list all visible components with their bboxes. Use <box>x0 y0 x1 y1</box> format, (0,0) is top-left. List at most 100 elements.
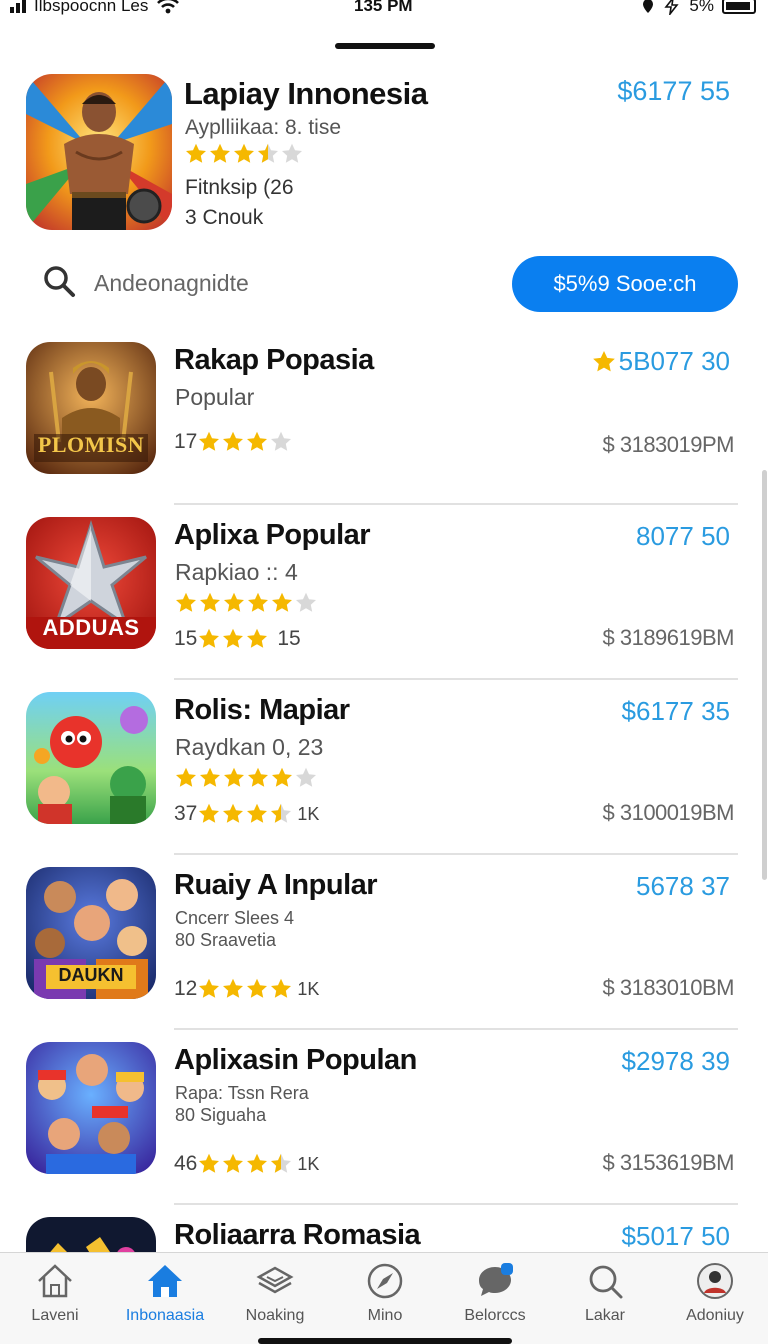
app-rating: 46 1K <box>174 1152 319 1176</box>
app-icon: ADDUAS <box>26 517 156 649</box>
app-price-value: 5B077 30 <box>618 346 730 376</box>
star-icon <box>269 977 293 1001</box>
app-rating: 17 <box>174 430 293 454</box>
carrier-label: Ilbspoocnn Les <box>34 0 149 15</box>
featured-app-price[interactable]: $6177 55 <box>617 76 730 107</box>
app-subtitle-line1: Rapa: Tssn Rera <box>175 1083 309 1103</box>
app-date: $ 3153619BM <box>602 1150 735 1175</box>
app-date: $ 3183019PM <box>602 432 735 457</box>
tab-label: Mino <box>367 1307 403 1324</box>
star-icon <box>221 977 245 1001</box>
star-icon <box>246 591 270 615</box>
app-price-value: 5678 37 <box>636 871 730 901</box>
search-icon <box>589 1265 623 1299</box>
star-icon <box>245 627 269 651</box>
star-icon <box>270 766 294 790</box>
tab-label: Lakar <box>584 1307 626 1324</box>
tab-adoniuy[interactable]: Adoniuy <box>660 1253 768 1344</box>
tab-noaking[interactable]: Noaking <box>220 1253 330 1344</box>
star-icon <box>221 430 245 454</box>
app-price[interactable]: 5B077 30 <box>591 346 730 377</box>
rating-count-prefix: 46 <box>174 1152 198 1175</box>
tab-belorccs[interactable]: Belorccs <box>440 1253 550 1344</box>
app-title: Roliaarra Romasia <box>174 1219 421 1251</box>
star-icon <box>269 430 293 454</box>
app-price-value: $2978 39 <box>621 1046 730 1076</box>
featured-app-category: Fitnksip (26 <box>185 176 294 199</box>
star-icon <box>294 591 318 615</box>
featured-app[interactable]: Lapiay Innonesia Ayplliikaa: 8. tise Fit… <box>0 70 768 240</box>
rating-count-suffix: 15 <box>277 627 301 650</box>
list-item[interactable]: Aplixasin Populan Rapa: Tssn Rera 80 Sig… <box>0 1030 768 1205</box>
tab-label: Laveni <box>31 1307 79 1324</box>
tab-bar: Laveni Inbonaasia Noaking Mino Belorccs <box>0 1252 768 1344</box>
search-input[interactable] <box>94 266 474 300</box>
app-icon-text: PLOMISN <box>37 432 145 457</box>
list-item[interactable]: DAUKN Ruaiy A Inpular Cncerr Slees 4 80 … <box>0 855 768 1030</box>
list-item[interactable]: PLOMISN Rakap Popasia Popular 17 5B077 3… <box>0 330 768 505</box>
app-subtitle: Rapa: Tssn Rera 80 Siguaha <box>175 1082 309 1126</box>
home-indicator[interactable] <box>258 1338 512 1344</box>
avatar-icon <box>697 1263 733 1299</box>
app-icon-text: DAUKN <box>58 965 124 985</box>
compass-icon <box>367 1263 403 1299</box>
tab-inbonaasia[interactable]: Inbonaasia <box>110 1253 220 1344</box>
search-button[interactable]: $5%9 Sooe:ch <box>512 256 738 312</box>
app-price[interactable]: $6177 35 <box>622 696 730 727</box>
app-icon <box>26 692 156 824</box>
featured-rating-stars <box>184 142 304 166</box>
rating-count-suffix: 1K <box>297 803 320 824</box>
featured-app-icon <box>26 74 172 230</box>
app-price-value: $5017 50 <box>621 1221 730 1251</box>
tab-lakar[interactable]: Lakar <box>550 1253 660 1344</box>
star-icon <box>221 627 245 651</box>
app-price[interactable]: 8077 50 <box>636 521 730 552</box>
signal-icon <box>10 0 26 13</box>
app-subtitle: Popular <box>175 384 255 410</box>
app-title: Rakap Popasia <box>174 344 374 376</box>
tab-laveni[interactable]: Laveni <box>0 1253 110 1344</box>
star-icon <box>245 977 269 1001</box>
app-title: Rolis: Mapiar <box>174 694 350 726</box>
scrollbar-thumb[interactable] <box>762 470 767 880</box>
star-icon <box>245 1152 269 1176</box>
status-bar: Ilbspoocnn Les 135 PM 5% <box>0 0 768 22</box>
app-rating-stars <box>174 766 318 790</box>
app-rating: 15 15 <box>174 627 301 651</box>
star-icon <box>197 627 221 651</box>
tab-mino[interactable]: Mino <box>330 1253 440 1344</box>
app-price[interactable]: 5678 37 <box>636 871 730 902</box>
app-title: Ruaiy A Inpular <box>174 869 378 901</box>
status-left: Ilbspoocnn Les <box>10 0 180 16</box>
star-icon <box>174 766 198 790</box>
list-item[interactable]: ADDUAS Aplixa Popular Rapkiao :: 4 15 15… <box>0 505 768 680</box>
list-item[interactable]: Rolis: Mapiar Raydkan 0, 23 37 1K $6177 … <box>0 680 768 855</box>
sheet-grabber[interactable] <box>335 43 435 49</box>
star-icon <box>256 142 280 166</box>
app-subtitle: Rapkiao :: 4 <box>175 559 298 585</box>
app-subtitle: Raydkan 0, 23 <box>175 734 324 760</box>
star-icon <box>197 430 221 454</box>
app-date: $ 3183010BM <box>602 975 735 1000</box>
app-subtitle-line2: 80 Sraavetia <box>175 930 277 950</box>
app-title: Aplixa Popular <box>174 519 371 551</box>
star-icon <box>246 766 270 790</box>
app-price[interactable]: $2978 39 <box>622 1046 730 1077</box>
star-icon <box>245 802 269 826</box>
location-icon <box>643 0 654 13</box>
app-icon <box>26 1042 156 1174</box>
tab-label: Adoniuy <box>686 1307 744 1324</box>
star-icon <box>245 430 269 454</box>
app-rating: 12 1K <box>174 977 319 1001</box>
star-icon <box>591 349 617 375</box>
tab-label: Noaking <box>245 1307 305 1324</box>
rating-count-prefix: 17 <box>174 430 198 453</box>
rating-count-suffix: 1K <box>297 978 320 999</box>
star-icon <box>221 802 245 826</box>
home-filled-icon <box>148 1265 182 1297</box>
app-price[interactable]: $5017 50 <box>622 1221 730 1252</box>
wifi-icon <box>157 0 180 14</box>
stack-icon <box>256 1266 294 1294</box>
app-price-value: 8077 50 <box>636 521 730 551</box>
app-price-value: $6177 35 <box>621 696 730 726</box>
